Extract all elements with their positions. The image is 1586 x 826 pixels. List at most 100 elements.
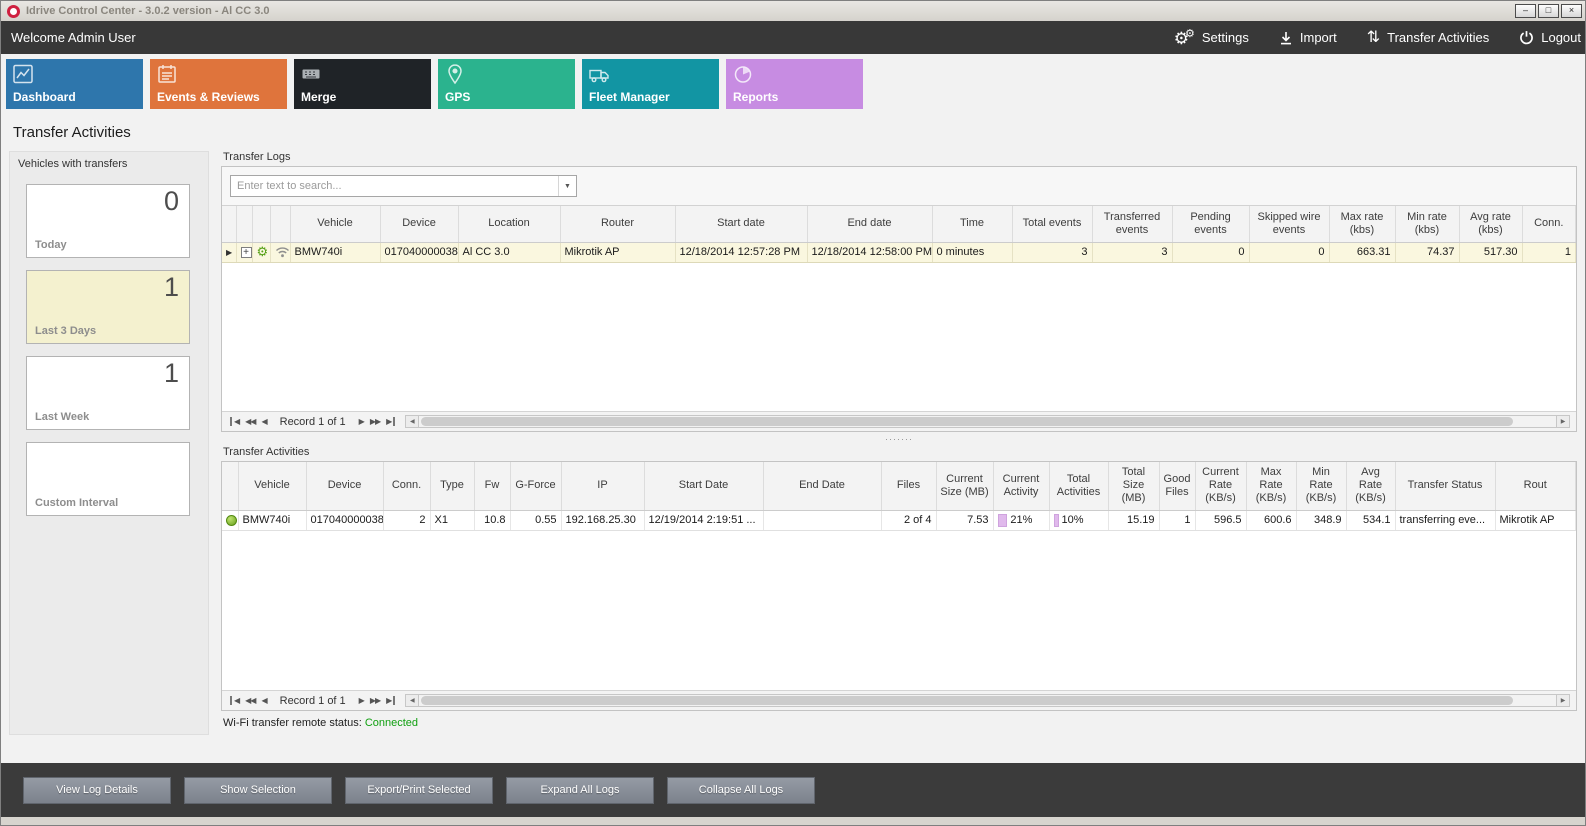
tile-reports[interactable]: Reports [726,59,863,109]
pager-next-button[interactable]: ▶ [356,417,367,426]
act-cell-fw[interactable]: 10.8 [474,510,510,530]
act-cell-conn[interactable]: 2 [383,510,430,530]
act-cell-files[interactable]: 2 of 4 [881,510,936,530]
acol-ip[interactable]: IP [561,462,644,510]
log-cell-pending-events[interactable]: 0 [1172,242,1249,262]
acol-fw[interactable]: Fw [474,462,510,510]
pager-next-button[interactable]: ▶ [356,696,367,705]
tile-gps[interactable]: GPS [438,59,575,109]
pager-first-button[interactable]: ◀ [230,696,242,705]
hscroll-left-button[interactable]: ◀ [405,694,419,707]
collapse-all-logs-button[interactable]: Collapse All Logs [667,777,815,804]
col-device[interactable]: Device [380,206,458,242]
log-cell-start-date[interactable]: 12/18/2014 12:57:28 PM [675,242,807,262]
act-cell-current-activity[interactable]: 21% [993,510,1049,530]
act-cell-ip[interactable]: 192.168.25.30 [561,510,644,530]
acol-conn[interactable]: Conn. [383,462,430,510]
act-cell-start-date[interactable]: 12/19/2014 2:19:51 ... [644,510,763,530]
expand-plus-icon[interactable]: + [241,247,252,258]
combo-dropdown-icon[interactable]: ▼ [558,176,576,196]
show-selection-button[interactable]: Show Selection [184,777,332,804]
log-cell-location[interactable]: Al CC 3.0 [458,242,560,262]
act-cell-total-size[interactable]: 15.19 [1108,510,1159,530]
acol-router[interactable]: Rout [1495,462,1576,510]
acol-device[interactable]: Device [306,462,383,510]
close-button[interactable]: × [1561,4,1582,18]
log-cell-min-rate[interactable]: 74.37 [1395,242,1459,262]
acol-good-files[interactable]: Good Files [1159,462,1195,510]
acol-end-date[interactable]: End Date [763,462,881,510]
act-cell-avg-rate[interactable]: 534.1 [1346,510,1395,530]
pager-first-button[interactable]: ◀ [230,417,242,426]
act-cell-current-rate[interactable]: 596.5 [1195,510,1246,530]
act-cell-total-activities[interactable]: 10% [1049,510,1108,530]
act-cell-type[interactable]: X1 [430,510,474,530]
acol-max-rate[interactable]: Max Rate (KB/s) [1246,462,1296,510]
card-last-3-days[interactable]: 1 Last 3 Days [26,270,190,344]
acol-avg-rate[interactable]: Avg Rate (KB/s) [1346,462,1395,510]
log-cell-end-date[interactable]: 12/18/2014 12:58:00 PM [807,242,932,262]
log-cell-avg-rate[interactable]: 517.30 [1459,242,1522,262]
act-cell-vehicle[interactable]: BMW740i [238,510,306,530]
log-cell-router[interactable]: Mikrotik AP [560,242,675,262]
panel-splitter[interactable]: ······· [221,432,1577,446]
expand-all-logs-button[interactable]: Expand All Logs [506,777,654,804]
hscroll-left-button[interactable]: ◀ [405,415,419,428]
log-cell-max-rate[interactable]: 663.31 [1329,242,1395,262]
log-row[interactable]: ▶ + ⚙ BMW740i 017040000038 Al CC 3.0 Mik… [222,242,1576,262]
hscroll-thumb[interactable] [421,417,1512,426]
log-cell-vehicle[interactable]: BMW740i [290,242,380,262]
act-cell-good-files[interactable]: 1 [1159,510,1195,530]
col-router[interactable]: Router [560,206,675,242]
card-today[interactable]: 0 Today [26,184,190,258]
log-cell-skipped-wire-events[interactable]: 0 [1249,242,1329,262]
acol-gforce[interactable]: G-Force [510,462,561,510]
hscroll-thumb[interactable] [421,696,1512,705]
acol-total-activities[interactable]: Total Activities [1049,462,1108,510]
act-cell-transfer-status[interactable]: transferring eve... [1395,510,1495,530]
col-max-rate[interactable]: Max rate (kbs) [1329,206,1395,242]
tile-events-reviews[interactable]: Events & Reviews [150,59,287,109]
tile-dashboard[interactable]: Dashboard [6,59,143,109]
acol-transfer-status[interactable]: Transfer Status [1395,462,1495,510]
acol-vehicle[interactable]: Vehicle [238,462,306,510]
acol-current-size[interactable]: Current Size (MB) [936,462,993,510]
view-log-details-button[interactable]: View Log Details [23,777,171,804]
tile-merge[interactable]: Merge [294,59,431,109]
hscroll-track[interactable] [419,694,1556,707]
acol-type[interactable]: Type [430,462,474,510]
acol-start-date[interactable]: Start Date [644,462,763,510]
col-time[interactable]: Time [932,206,1012,242]
acol-total-size[interactable]: Total Size (MB) [1108,462,1159,510]
log-cell-total-events[interactable]: 3 [1012,242,1092,262]
col-end-date[interactable]: End date [807,206,932,242]
pager-next-page-button[interactable]: ▶▶ [367,417,383,426]
card-last-week[interactable]: 1 Last Week [26,356,190,430]
col-pending-events[interactable]: Pending events [1172,206,1249,242]
col-avg-rate[interactable]: Avg rate (kbs) [1459,206,1522,242]
card-custom-interval[interactable]: Custom Interval [26,442,190,516]
acol-current-activity[interactable]: Current Activity [993,462,1049,510]
act-cell-gforce[interactable]: 0.55 [510,510,561,530]
log-cell-transferred-events[interactable]: 3 [1092,242,1172,262]
hscroll-track[interactable] [419,415,1556,428]
logout-button[interactable]: Logout [1519,30,1581,45]
col-total-events[interactable]: Total events [1012,206,1092,242]
export-print-selected-button[interactable]: Export/Print Selected [345,777,493,804]
transfer-activities-button[interactable]: ⇅ Transfer Activities [1367,30,1490,46]
col-location[interactable]: Location [458,206,560,242]
pager-last-button[interactable]: ▶ [383,417,395,426]
pager-prev-button[interactable]: ◀ [258,417,269,426]
pager-prev-button[interactable]: ◀ [258,696,269,705]
minimize-button[interactable]: – [1515,4,1536,18]
act-cell-max-rate[interactable]: 600.6 [1246,510,1296,530]
tile-fleet-manager[interactable]: Fleet Manager [582,59,719,109]
import-button[interactable]: Import [1279,30,1337,45]
act-cell-end-date[interactable] [763,510,881,530]
log-cell-device[interactable]: 017040000038 [380,242,458,262]
col-transferred-events[interactable]: Transferred events [1092,206,1172,242]
act-cell-router[interactable]: Mikrotik AP [1495,510,1576,530]
col-min-rate[interactable]: Min rate (kbs) [1395,206,1459,242]
acol-files[interactable]: Files [881,462,936,510]
pager-last-button[interactable]: ▶ [383,696,395,705]
